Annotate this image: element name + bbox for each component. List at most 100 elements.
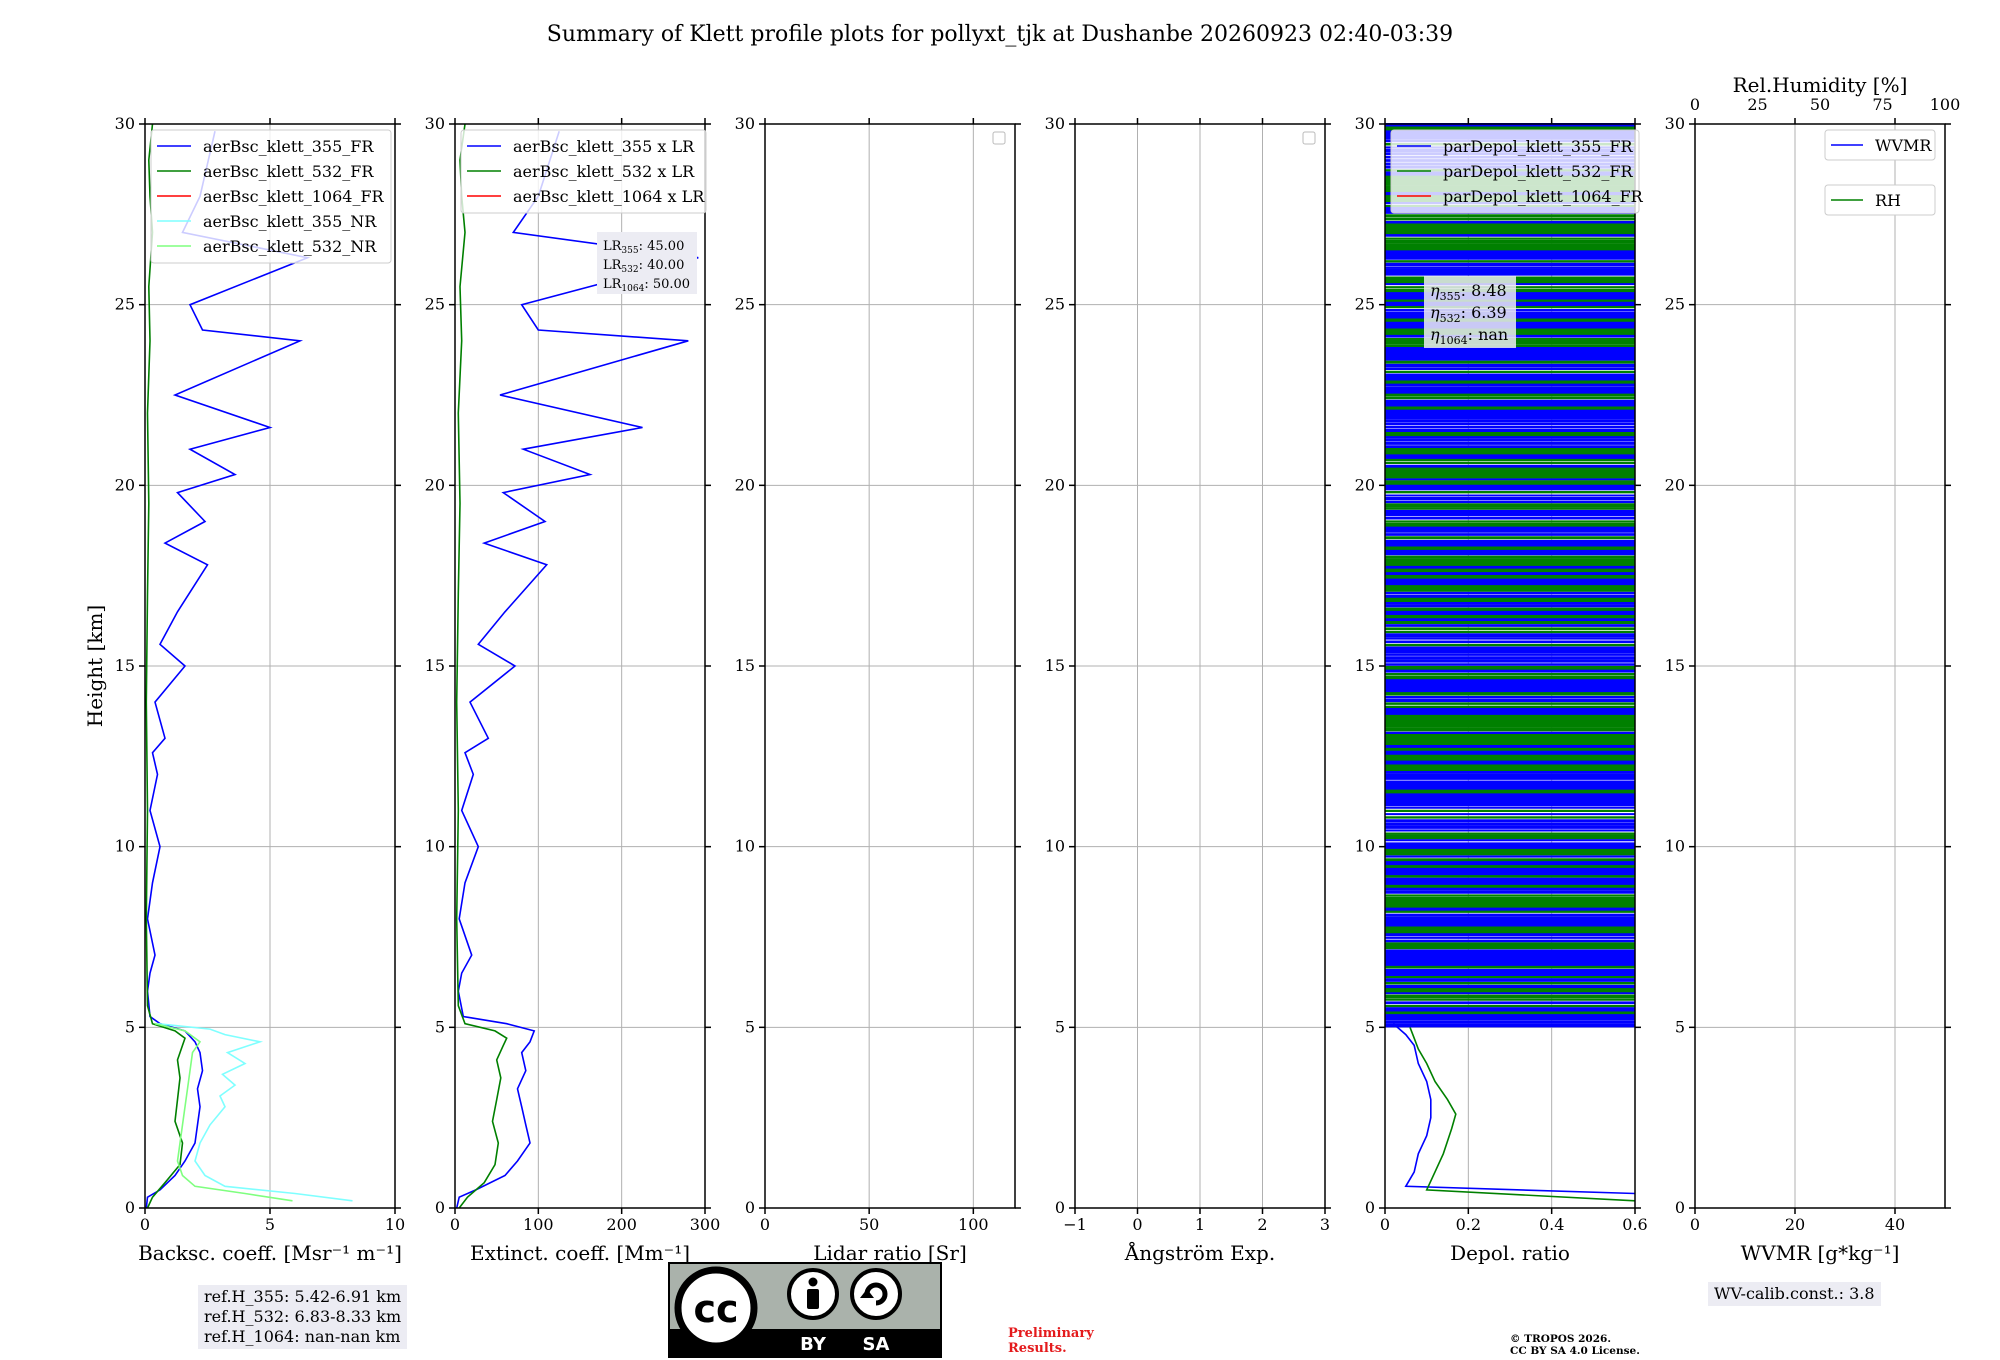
- x-tick-label: 0.6: [1622, 1215, 1647, 1234]
- legend-label: aerBsc_klett_1064 x LR: [513, 187, 705, 206]
- y-tick-label: 0: [435, 1198, 445, 1217]
- y-tick-label: 15: [735, 656, 755, 675]
- y-tick-label: 15: [1665, 656, 1685, 675]
- cc-by-text: BY: [800, 1334, 827, 1355]
- x-axis-label: WVMR [g*kg⁻¹]: [1741, 1241, 1900, 1265]
- legend-label: parDepol_klett_1064_FR: [1443, 187, 1644, 206]
- y-tick-label: 5: [1365, 1017, 1375, 1036]
- legend-label: aerBsc_klett_355_NR: [203, 212, 377, 231]
- y-tick-label: 25: [735, 295, 755, 314]
- x2-tick-label: 25: [1747, 95, 1767, 114]
- x-tick-label: 0: [1380, 1215, 1390, 1234]
- x-tick-label: 0: [1690, 1215, 1700, 1234]
- y-tick-label: 10: [1355, 837, 1375, 856]
- series-line-0: [1392, 1023, 1636, 1195]
- x-tick-label: 10: [385, 1215, 405, 1234]
- y-tick-label: 15: [1045, 656, 1065, 675]
- lidar-ratio-text: LR1064: 50.00: [603, 277, 690, 294]
- ref-height-532: ref.H_532: 6.83-8.33 km: [204, 1307, 402, 1326]
- cc-sa-text: SA: [863, 1334, 890, 1355]
- y-tick-label: 30: [1355, 114, 1375, 133]
- y-tick-label: 25: [1355, 295, 1375, 314]
- y-tick-label: 20: [1665, 475, 1685, 494]
- x-tick-label: 300: [690, 1215, 721, 1234]
- x-axis-label: Backsc. coeff. [Msr⁻¹ m⁻¹]: [138, 1241, 402, 1265]
- copyright-note: © TROPOS 2026. CC BY SA 4.0 License.: [1510, 1333, 1640, 1357]
- x2-tick-label: 100: [1930, 95, 1961, 114]
- x2-tick-label: 50: [1810, 95, 1830, 114]
- lidar-ratio-text: LR532: 40.00: [603, 258, 684, 275]
- legend-label: parDepol_klett_532_FR: [1443, 162, 1634, 181]
- x-tick-label: 0: [1132, 1215, 1142, 1234]
- x-tick-label: 50: [859, 1215, 879, 1234]
- x-tick-label: 200: [606, 1215, 637, 1234]
- y-tick-label: 20: [735, 475, 755, 494]
- y-tick-label: 0: [1365, 1198, 1375, 1217]
- y-tick-label: 5: [1675, 1017, 1685, 1036]
- x-tick-label: 0: [760, 1215, 770, 1234]
- y-tick-label: 20: [1355, 475, 1375, 494]
- copyright-line-2: CC BY SA 4.0 License.: [1510, 1345, 1640, 1357]
- x-tick-label: 20: [1785, 1215, 1805, 1234]
- x-tick-label: 0.4: [1539, 1215, 1564, 1234]
- series-line-0: [145, 131, 311, 1209]
- lidar-ratio-text: LR355: 45.00: [603, 239, 684, 256]
- y-tick-label: 0: [745, 1198, 755, 1217]
- wv-calibration-box: WV-calib.const.: 3.8: [1708, 1282, 1881, 1306]
- legend-label: aerBsc_klett_532_FR: [203, 162, 374, 181]
- y-tick-label: 15: [1355, 656, 1375, 675]
- panel-backscatter: 0 5 10 0 5 10 15 20 25 30 Backsc. coeff. [Msr⁻¹ m⁻…: [83, 114, 405, 1265]
- series-line-3: [157, 1022, 353, 1202]
- y-tick-label: 10: [115, 837, 135, 856]
- legend-label: aerBsc_klett_355_FR: [203, 137, 374, 156]
- x2-tick-label: 75: [1872, 95, 1892, 114]
- y-tick-label: 10: [1045, 837, 1065, 856]
- y-axis-label: Height [km]: [83, 605, 107, 727]
- panel-depol: 0 0.2 0.4 0.6 0 5 10 15 20 25 30 Depol. ratio parDep…: [1355, 114, 1648, 1265]
- y-tick-label: 5: [1055, 1017, 1065, 1036]
- x-tick-label: 2: [1257, 1215, 1267, 1234]
- legend-label: aerBsc_klett_1064_FR: [203, 187, 385, 206]
- y-tick-label: 0: [1055, 1198, 1065, 1217]
- y-tick-label: 10: [1665, 837, 1685, 856]
- x-tick-label: −1: [1063, 1215, 1087, 1234]
- legend-label: parDepol_klett_355_FR: [1443, 137, 1634, 156]
- y-tick-label: 25: [425, 295, 445, 314]
- y-tick-label: 30: [115, 114, 135, 133]
- empty-legend-box: [992, 131, 1006, 145]
- y-tick-label: 0: [125, 1198, 135, 1217]
- y-tick-label: 20: [1045, 475, 1065, 494]
- y-tick-label: 30: [1045, 114, 1065, 133]
- x-tick-label: 100: [523, 1215, 554, 1234]
- y-tick-label: 10: [735, 837, 755, 856]
- panel-angstrom: −1 0 1 2 3051015202530Ångström Exp.: [1045, 114, 1331, 1265]
- legend-label: aerBsc_klett_355 x LR: [513, 137, 695, 156]
- y-tick-label: 5: [435, 1017, 445, 1036]
- y-tick-label: 25: [1045, 295, 1065, 314]
- y-tick-label: 5: [745, 1017, 755, 1036]
- y-tick-label: 10: [425, 837, 445, 856]
- panel-wvmr: 0 20 40 0 5 10 15 20 25 30 WVMR [g*kg⁻¹] 0 25 50 75 100…: [1665, 73, 1961, 1265]
- y-tick-label: 15: [115, 656, 135, 675]
- x-tick-label: 0: [140, 1215, 150, 1234]
- y-tick-label: 30: [735, 114, 755, 133]
- panel-extinction: 0 100 200 300 0 5 10 15 20 25 30 Extinct. coeff. [M…: [425, 114, 721, 1265]
- y-tick-label: 25: [1665, 295, 1685, 314]
- x-tick-label: 1: [1195, 1215, 1205, 1234]
- legend-label: WVMR: [1875, 136, 1932, 155]
- legend-label: aerBsc_klett_532 x LR: [513, 162, 695, 181]
- ref-height-1064: ref.H_1064: nan-nan km: [204, 1327, 401, 1346]
- wv-calibration-text: WV-calib.const.: 3.8: [1714, 1284, 1875, 1303]
- x-tick-label: 100: [958, 1215, 989, 1234]
- y-tick-label: 25: [115, 295, 135, 314]
- y-tick-label: 30: [425, 114, 445, 133]
- preliminary-line-1: Preliminary: [1008, 1326, 1094, 1341]
- y-tick-label: 5: [125, 1017, 135, 1036]
- preliminary-note: Preliminary Results.: [1008, 1326, 1094, 1356]
- x-axis-label: Ångström Exp.: [1124, 1240, 1275, 1265]
- x-axis-label: Depol. ratio: [1450, 1241, 1570, 1265]
- x-tick-label: 0.2: [1456, 1215, 1481, 1234]
- reference-heights-box: ref.H_355: 5.42-6.91 km ref.H_532: 6.83-…: [198, 1285, 408, 1349]
- y-tick-label: 15: [425, 656, 445, 675]
- copyright-line-1: © TROPOS 2026.: [1510, 1333, 1612, 1345]
